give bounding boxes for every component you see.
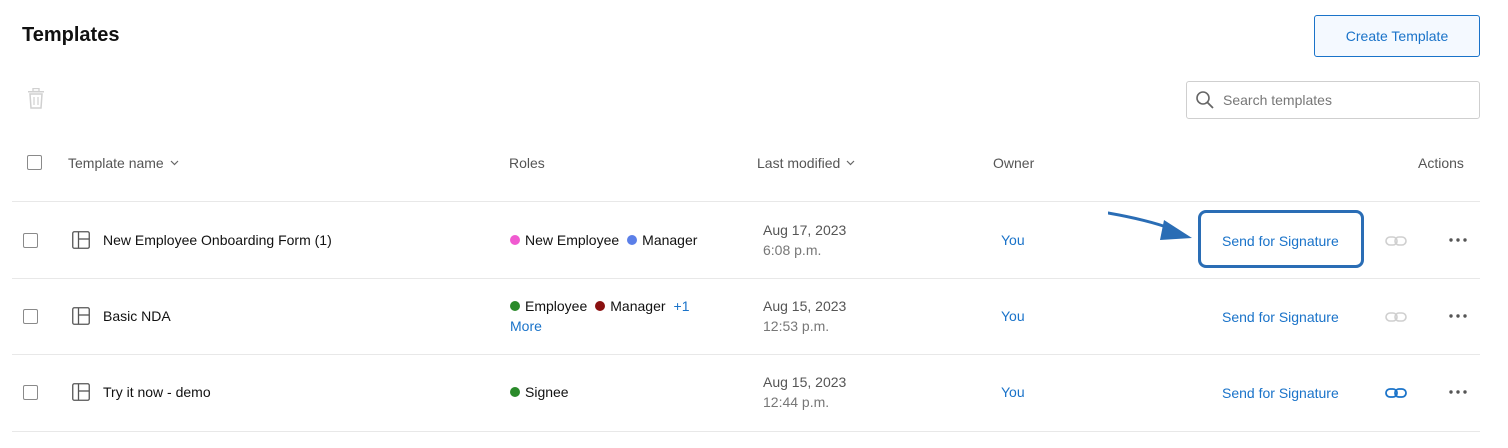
select-all-checkbox[interactable] xyxy=(27,155,42,170)
role-dot xyxy=(510,301,520,311)
search-icon xyxy=(1196,91,1214,109)
row-checkbox[interactable] xyxy=(23,385,38,400)
chevron-down-icon xyxy=(170,160,179,166)
role-label: Manager xyxy=(642,232,698,248)
template-icon xyxy=(72,231,90,249)
modified-time: 6:08 p.m. xyxy=(763,242,822,258)
table-row: Basic NDA Employee Manager +1 More Aug 15,… xyxy=(0,279,1508,355)
roles-cell: New Employee Manager xyxy=(510,230,710,250)
modified-cell: Aug 15, 2023 12:44 p.m. xyxy=(763,372,846,412)
role-tag: Signee xyxy=(510,382,569,402)
link-icon[interactable] xyxy=(1385,235,1407,247)
arrow-annotation xyxy=(1108,211,1192,240)
column-header-owner: Owner xyxy=(993,155,1035,171)
role-tag: New Employee xyxy=(510,230,619,250)
more-options-icon[interactable] xyxy=(1449,314,1467,318)
modified-time: 12:44 p.m. xyxy=(763,394,830,410)
page-title: Templates xyxy=(22,24,120,46)
link-icon[interactable] xyxy=(1385,311,1407,323)
column-label: Template name xyxy=(68,155,164,171)
modified-cell: Aug 17, 2023 6:08 p.m. xyxy=(763,220,846,260)
template-icon xyxy=(72,307,90,325)
send-for-signature-button[interactable]: Send for Signature xyxy=(1222,385,1339,401)
role-label: Manager xyxy=(610,298,666,314)
role-tag: Employee xyxy=(510,296,587,316)
role-label: New Employee xyxy=(525,232,620,248)
search-box[interactable] xyxy=(1186,81,1480,119)
column-header-actions: Actions xyxy=(1418,155,1464,171)
table-row: Try it now - demo Signee Aug 15, 2023 12… xyxy=(0,355,1508,431)
template-name[interactable]: Basic NDA xyxy=(103,308,171,324)
column-header-roles: Roles xyxy=(509,155,545,171)
template-name[interactable]: Try it now - demo xyxy=(103,384,211,400)
owner-link[interactable]: You xyxy=(1001,308,1025,324)
highlight-box xyxy=(1198,210,1364,268)
role-dot xyxy=(510,387,520,397)
search-input[interactable] xyxy=(1221,91,1465,109)
more-options-icon[interactable] xyxy=(1449,238,1467,242)
owner-link[interactable]: You xyxy=(1001,232,1025,248)
owner-link[interactable]: You xyxy=(1001,384,1025,400)
roles-cell: Signee xyxy=(510,382,710,402)
roles-cell: Employee Manager +1 More xyxy=(510,296,710,336)
trash-icon[interactable] xyxy=(26,88,46,110)
modified-time: 12:53 p.m. xyxy=(763,318,830,334)
link-icon[interactable] xyxy=(1385,387,1407,399)
chevron-down-icon xyxy=(846,160,855,166)
column-label: Last modified xyxy=(757,155,841,171)
create-template-button[interactable]: Create Template xyxy=(1314,15,1480,57)
role-tag: Manager xyxy=(627,230,697,250)
modified-cell: Aug 15, 2023 12:53 p.m. xyxy=(763,296,846,336)
column-header-template-name[interactable]: Template name xyxy=(68,155,179,171)
send-for-signature-button[interactable]: Send for Signature xyxy=(1222,309,1339,325)
role-label: Signee xyxy=(525,384,569,400)
modified-date: Aug 15, 2023 xyxy=(763,298,847,314)
role-dot xyxy=(595,301,606,311)
role-tag: Manager xyxy=(595,296,666,316)
template-name[interactable]: New Employee Onboarding Form (1) xyxy=(103,232,332,248)
role-dot xyxy=(627,235,638,245)
row-divider xyxy=(12,431,1480,432)
more-options-icon[interactable] xyxy=(1449,390,1467,394)
column-header-last-modified[interactable]: Last modified xyxy=(757,155,855,171)
role-label: Employee xyxy=(525,298,588,314)
row-checkbox[interactable] xyxy=(23,309,38,324)
role-dot xyxy=(510,235,520,245)
row-checkbox[interactable] xyxy=(23,233,38,248)
template-icon xyxy=(72,383,90,401)
modified-date: Aug 15, 2023 xyxy=(763,374,847,390)
modified-date: Aug 17, 2023 xyxy=(763,222,847,238)
